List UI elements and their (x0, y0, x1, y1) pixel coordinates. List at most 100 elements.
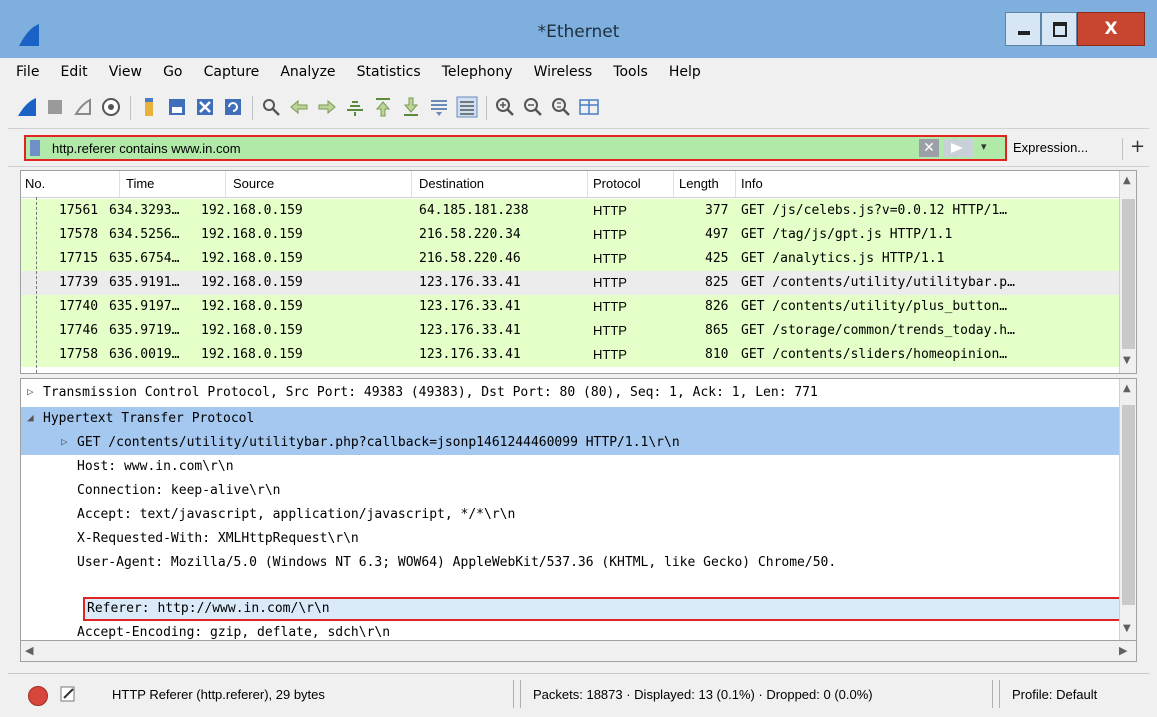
menu-help[interactable]: Help (661, 58, 709, 80)
column-separator[interactable] (735, 171, 736, 197)
scroll-thumb[interactable] (1122, 199, 1135, 349)
packet-row[interactable]: 17578 634.5256… 192.168.0.159 216.58.220… (21, 223, 1119, 247)
column-header-time[interactable]: Time (126, 176, 154, 191)
start-capture-icon[interactable] (16, 96, 38, 118)
column-header-source[interactable]: Source (233, 176, 274, 191)
menu-view[interactable]: View (101, 58, 150, 80)
bookmark-icon[interactable] (30, 140, 40, 156)
scroll-left-icon[interactable]: ◀ (25, 644, 33, 657)
menu-telephony[interactable]: Telephony (434, 58, 521, 80)
scroll-down-icon[interactable]: ▼ (1123, 623, 1131, 634)
detail-row-tcp[interactable]: ▷ Transmission Control Protocol, Src Por… (21, 381, 1119, 405)
column-header-info[interactable]: Info (741, 176, 763, 191)
packet-row[interactable]: 17746 635.9719… 192.168.0.159 123.176.33… (21, 319, 1119, 343)
zoom-normal-icon[interactable] (550, 96, 572, 118)
detail-row-x-requested-with[interactable]: X-Requested-With: XMLHttpRequest\r\n (21, 527, 1119, 551)
scroll-up-icon[interactable]: ▲ (1123, 175, 1131, 186)
capture-options-icon[interactable] (100, 96, 122, 118)
display-filter-input[interactable]: http.referer contains www.in.com ✕ ▾ (24, 135, 1007, 161)
status-separator (513, 680, 514, 708)
menu-statistics[interactable]: Statistics (349, 58, 429, 80)
packet-tree-line (36, 197, 38, 373)
packet-row[interactable]: 17715 635.6754… 192.168.0.159 216.58.220… (21, 247, 1119, 271)
go-to-packet-icon[interactable] (344, 96, 366, 118)
find-packet-icon[interactable] (260, 96, 282, 118)
scroll-thumb[interactable] (1122, 405, 1135, 605)
go-last-icon[interactable] (400, 96, 422, 118)
scroll-up-icon[interactable]: ▲ (1123, 383, 1131, 394)
column-separator[interactable] (411, 171, 412, 197)
field-info-text: HTTP Referer (http.referer), 29 bytes (112, 687, 325, 702)
go-back-icon[interactable] (288, 96, 310, 118)
colorize-icon[interactable] (456, 96, 478, 118)
clear-filter-button[interactable]: ✕ (919, 139, 939, 157)
capture-comment-icon[interactable] (58, 684, 78, 704)
packet-row[interactable]: 17740 635.9197… 192.168.0.159 123.176.33… (21, 295, 1119, 319)
detail-row-user-agent[interactable]: User-Agent: Mozilla/5.0 (Windows NT 6.3;… (21, 551, 1119, 575)
auto-scroll-icon[interactable] (428, 96, 450, 118)
restart-capture-icon[interactable] (72, 96, 94, 118)
packet-counts-text: Packets: 18873 · Displayed: 13 (0.1%) · … (533, 687, 873, 702)
expert-info-icon[interactable] (28, 686, 48, 706)
details-scrollbar[interactable]: ▲ ▼ (1119, 379, 1136, 641)
detail-text: Accept-Encoding: gzip, deflate, sdch\r\n (77, 625, 391, 640)
column-header-no[interactable]: No. (25, 176, 45, 191)
zoom-out-icon[interactable] (522, 96, 544, 118)
close-button[interactable]: X (1077, 12, 1145, 46)
scroll-down-icon[interactable]: ▼ (1123, 355, 1131, 366)
menu-edit[interactable]: Edit (53, 58, 96, 80)
go-first-icon[interactable] (372, 96, 394, 118)
menu-wireless[interactable]: Wireless (526, 58, 601, 80)
detail-row-connection[interactable]: Connection: keep-alive\r\n (21, 479, 1119, 503)
packet-list[interactable]: No. Time Source Destination Protocol Len… (20, 170, 1137, 374)
apply-filter-button[interactable] (943, 139, 973, 157)
save-file-icon[interactable] (166, 96, 188, 118)
menu-analyze[interactable]: Analyze (272, 58, 343, 80)
detail-row-request-line[interactable]: ▷ GET /contents/utility/utilitybar.php?c… (21, 431, 1119, 455)
packet-list-scrollbar[interactable]: ▲ ▼ (1119, 171, 1136, 373)
open-file-icon[interactable] (138, 96, 160, 118)
menu-tools[interactable]: Tools (605, 58, 656, 80)
detail-row-accept[interactable]: Accept: text/javascript, application/jav… (21, 503, 1119, 527)
packet-length: 497 (705, 227, 729, 242)
column-separator[interactable] (587, 171, 588, 197)
detail-text: Transmission Control Protocol, Src Port:… (43, 385, 818, 400)
packet-time: 635.9197… (109, 299, 180, 314)
column-separator[interactable] (673, 171, 674, 197)
reload-icon[interactable] (222, 96, 244, 118)
close-file-icon[interactable] (194, 96, 216, 118)
minimize-button[interactable] (1005, 12, 1041, 46)
go-forward-icon[interactable] (316, 96, 338, 118)
collapse-icon[interactable]: ◢ (27, 411, 34, 424)
column-separator[interactable] (119, 171, 120, 197)
details-horizontal-scrollbar[interactable]: ◀ ▶ (20, 640, 1137, 662)
column-header-length[interactable]: Length (679, 176, 719, 191)
menu-file[interactable]: File (8, 58, 47, 80)
expand-icon[interactable]: ▷ (61, 435, 68, 448)
packet-row-selected[interactable]: 17739 635.9191… 192.168.0.159 123.176.33… (21, 271, 1119, 295)
packet-row[interactable]: 17758 636.0019… 192.168.0.159 123.176.33… (21, 343, 1119, 367)
expand-icon[interactable]: ▷ (27, 385, 34, 398)
column-header-protocol[interactable]: Protocol (593, 176, 641, 191)
expression-button[interactable]: Expression... (1013, 140, 1088, 155)
packet-protocol: HTTP (593, 323, 627, 338)
menu-capture[interactable]: Capture (196, 58, 268, 80)
packet-details-pane[interactable]: ▷ Transmission Control Protocol, Src Por… (20, 378, 1137, 661)
display-filter-text[interactable]: http.referer contains www.in.com (52, 141, 241, 156)
scroll-right-icon[interactable]: ▶ (1119, 644, 1127, 657)
packet-info: GET /storage/common/trends_today.h… (741, 323, 1015, 338)
packet-row[interactable]: 17561 634.3293… 192.168.0.159 64.185.181… (21, 199, 1119, 223)
resize-columns-icon[interactable] (578, 96, 600, 118)
maximize-button[interactable] (1041, 12, 1077, 46)
filter-history-dropdown[interactable]: ▾ (981, 140, 987, 153)
column-separator[interactable] (225, 171, 226, 197)
zoom-in-icon[interactable] (494, 96, 516, 118)
add-filter-button[interactable]: + (1130, 136, 1145, 157)
detail-row-http[interactable]: ◢ Hypertext Transfer Protocol (21, 407, 1119, 431)
stop-capture-icon[interactable] (44, 96, 66, 118)
column-header-destination[interactable]: Destination (419, 176, 484, 191)
detail-row-host[interactable]: Host: www.in.com\r\n (21, 455, 1119, 479)
menu-go[interactable]: Go (155, 58, 190, 80)
detail-row-referer[interactable]: Referer: http://www.in.com/\r\n (21, 597, 1119, 621)
profile-text[interactable]: Profile: Default (1012, 687, 1097, 702)
